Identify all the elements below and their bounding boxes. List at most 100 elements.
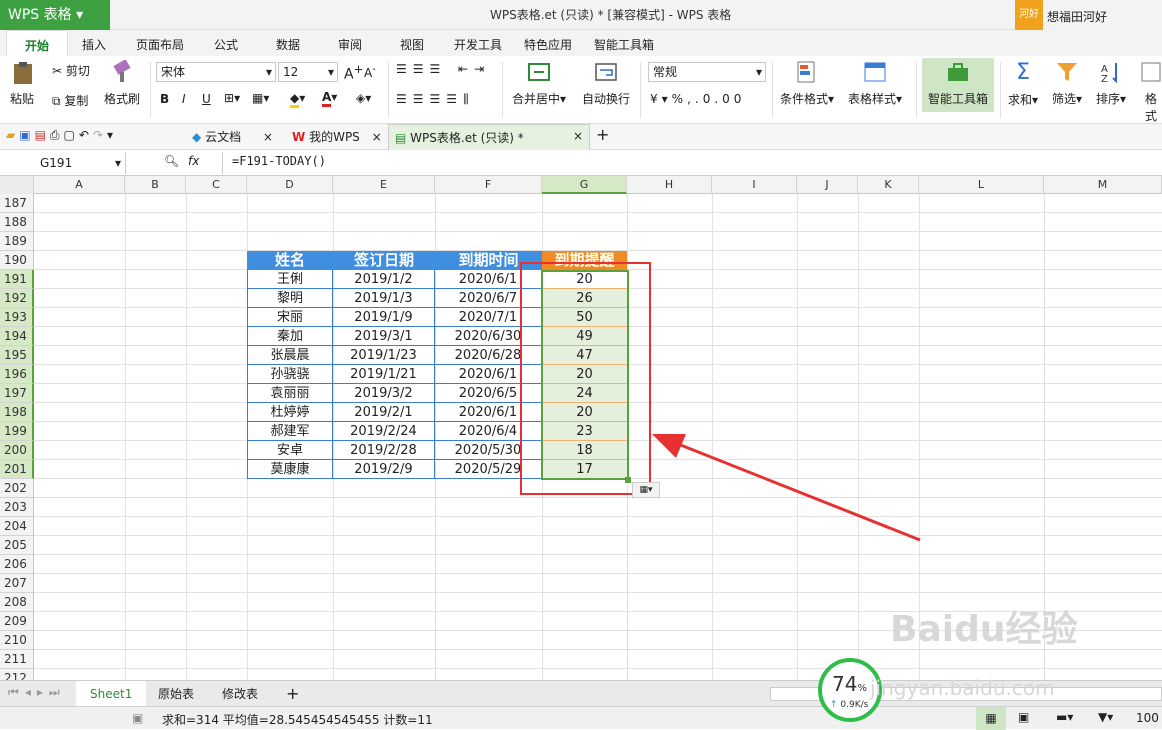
paste-options-icon[interactable]: ▦▾ bbox=[632, 482, 660, 498]
wrap-text-button[interactable]: 自动换行 bbox=[582, 60, 630, 107]
align-vertical-group[interactable]: ☰☰☰ bbox=[396, 62, 446, 76]
sigma-icon: Σ bbox=[1016, 60, 1030, 85]
normal-view-icon[interactable]: ▦ bbox=[976, 707, 1006, 730]
number-format-select[interactable]: 常规 ▾ bbox=[648, 62, 766, 82]
tab-formula[interactable]: 公式 bbox=[214, 36, 238, 53]
font-shrink-button[interactable]: A- bbox=[364, 64, 376, 80]
zoom-value[interactable]: 100 bbox=[1136, 711, 1159, 725]
quick-access-toolbar[interactable]: ▰▣▤⎙▢↶↷▾ bbox=[6, 128, 117, 143]
paste-button[interactable]: 粘贴 bbox=[10, 60, 38, 107]
sheet-nav-arrows[interactable]: ⏮◂▸⏭ bbox=[8, 685, 66, 700]
doc-tab-cloud[interactable]: ◆ 云文档 × bbox=[192, 128, 273, 145]
font-grow-button[interactable]: A+ bbox=[344, 62, 363, 83]
merge-center-button[interactable]: 合并居中▾ bbox=[512, 60, 566, 107]
close-icon: × bbox=[572, 129, 583, 143]
filter-button[interactable]: 筛选▾ bbox=[1052, 60, 1082, 107]
table-style-button[interactable]: 表格样式▾ bbox=[848, 60, 902, 107]
name-box[interactable]: G191 ▾ bbox=[0, 152, 126, 174]
tab-insert[interactable]: 插入 bbox=[82, 36, 106, 53]
smart-toolbox-button[interactable]: 智能工具箱 bbox=[922, 58, 994, 112]
format-label: 格式 bbox=[1144, 92, 1157, 123]
sheet-tab[interactable]: 修改表 bbox=[208, 681, 272, 707]
tab-special[interactable]: 特色应用 bbox=[524, 36, 572, 53]
align-horizontal-group[interactable]: ☰☰☰☰⫼ bbox=[396, 92, 475, 107]
redo-icon: ↷ bbox=[92, 128, 107, 142]
fill-pattern-button[interactable]: ▦▾ bbox=[252, 91, 269, 105]
table-style-icon bbox=[864, 62, 886, 82]
align-middle-icon: ☰ bbox=[412, 62, 430, 76]
tab-data[interactable]: 数据 bbox=[276, 36, 300, 53]
font-color-button[interactable]: A▾ bbox=[322, 90, 337, 107]
tab-developer[interactable]: 开发工具 bbox=[454, 36, 502, 53]
underline-button[interactable]: U bbox=[202, 92, 211, 106]
bold-button[interactable]: B bbox=[160, 92, 169, 106]
cell-ref: G191 bbox=[40, 156, 73, 170]
italic-button[interactable]: I bbox=[182, 92, 186, 106]
new-tab-button[interactable]: + bbox=[596, 125, 609, 144]
tab-review[interactable]: 审阅 bbox=[338, 36, 362, 53]
smart-toolbox-label: 智能工具箱 bbox=[927, 92, 988, 106]
sum-button[interactable]: Σ 求和▾ bbox=[1008, 60, 1038, 108]
align-right-icon: ☰ bbox=[429, 92, 447, 106]
user-area[interactable]: 河好 想福田河好 bbox=[1015, 0, 1162, 30]
avatar: 河好 bbox=[1015, 0, 1043, 30]
merge-icon bbox=[528, 63, 551, 81]
formula-bar: G191 ▾ 🔍︎ fx =F191-TODAY() bbox=[0, 150, 1162, 176]
currency-icon: ¥▾ bbox=[650, 92, 672, 106]
bucket-icon: ◆ bbox=[290, 91, 300, 108]
layout-view-icon[interactable]: ▬▾ bbox=[1056, 710, 1073, 724]
cut-button[interactable]: ✂ 剪切 bbox=[52, 62, 90, 79]
svg-text:Z: Z bbox=[1101, 74, 1108, 84]
app-menu-button[interactable]: WPS 表格 ▾ bbox=[0, 0, 110, 30]
zoom-find-icon[interactable]: 🔍︎ bbox=[164, 154, 179, 168]
app-name: WPS 表格 bbox=[8, 7, 72, 23]
last-sheet-icon: ⏭ bbox=[48, 685, 66, 699]
doc-tab-mywps[interactable]: W 我的WPS × bbox=[292, 128, 382, 145]
number-buttons[interactable]: ¥▾%,.0.00 bbox=[650, 92, 745, 106]
first-sheet-icon: ⏮ bbox=[8, 685, 25, 699]
fx-button[interactable]: fx bbox=[188, 154, 199, 168]
user-name: 想福田河好 bbox=[1047, 10, 1108, 24]
align-left-icon: ☰ bbox=[396, 92, 413, 106]
ribbon: 粘贴 ✂ 剪切 ⧉ 复制 格式刷 宋体 ▾ 12 ▾ A+ A- B I U ⊞▾ … bbox=[0, 56, 1162, 124]
ribbon-tabs: 开始 插入 页面布局 公式 数据 审阅 视图 开发工具 特色应用 智能工具箱 bbox=[0, 30, 1162, 56]
tab-view[interactable]: 视图 bbox=[400, 36, 424, 53]
border-button[interactable]: ⊞▾ bbox=[224, 91, 240, 105]
sheet-tab-active[interactable]: Sheet1 bbox=[76, 681, 147, 707]
tab-smart-toolbox[interactable]: 智能工具箱 bbox=[594, 36, 654, 53]
status-bar: ▣ 求和=314 平均值=28.545454545455 计数=11 ▦ ▣ ▬… bbox=[0, 706, 1162, 730]
align-bottom-icon: ☰ bbox=[429, 62, 447, 76]
fill-color-button[interactable]: ◆▾ bbox=[290, 91, 305, 108]
clear-button[interactable]: ◈▾ bbox=[356, 91, 371, 105]
add-sheet-button[interactable]: + bbox=[272, 681, 313, 707]
close-icon: × bbox=[371, 130, 382, 144]
macro-icon[interactable]: ▣ bbox=[132, 711, 143, 725]
tab-page-layout[interactable]: 页面布局 bbox=[136, 36, 184, 53]
format-button[interactable]: 格式 bbox=[1140, 60, 1162, 124]
pattern-icon: ▦ bbox=[252, 91, 264, 105]
indent-group[interactable]: ⇤⇥ bbox=[458, 62, 490, 76]
speed-rate: 0.9K/s bbox=[840, 700, 869, 710]
reading-mode-icon[interactable]: ▼▾ bbox=[1098, 710, 1113, 724]
chevron-down-icon: ▾ bbox=[114, 156, 121, 170]
font-size-select[interactable]: 12 ▾ bbox=[278, 62, 338, 82]
copy-button[interactable]: ⧉ 复制 bbox=[52, 92, 88, 109]
formula-input[interactable]: =F191-TODAY() bbox=[232, 154, 326, 168]
chevron-down-icon: ▾ bbox=[327, 65, 334, 79]
conditional-format-button[interactable]: 条件格式▾ bbox=[780, 60, 834, 107]
tab-home[interactable]: 开始 bbox=[6, 30, 69, 56]
format-painter-button[interactable]: 格式刷 bbox=[104, 60, 140, 107]
font-select[interactable]: 宋体 ▾ bbox=[156, 62, 276, 82]
distribute-icon: ⫼ bbox=[463, 92, 475, 106]
doc-tab-active[interactable]: ▤ WPS表格.et (只读) * × bbox=[388, 124, 590, 150]
page-view-icon[interactable]: ▣ bbox=[1018, 710, 1029, 724]
sheet-tab[interactable]: 原始表 bbox=[144, 681, 208, 707]
format-icon bbox=[1141, 62, 1161, 82]
chevron-down-icon: ▾ bbox=[755, 65, 762, 79]
pdf-icon: ▤ bbox=[34, 128, 50, 142]
speed-unit: % bbox=[857, 683, 867, 694]
sort-button[interactable]: AZ 排序▾ bbox=[1096, 60, 1126, 107]
merge-center-label: 合并居中 bbox=[512, 92, 561, 106]
comma-icon: , bbox=[687, 92, 695, 106]
paste-label: 粘贴 bbox=[10, 92, 35, 106]
